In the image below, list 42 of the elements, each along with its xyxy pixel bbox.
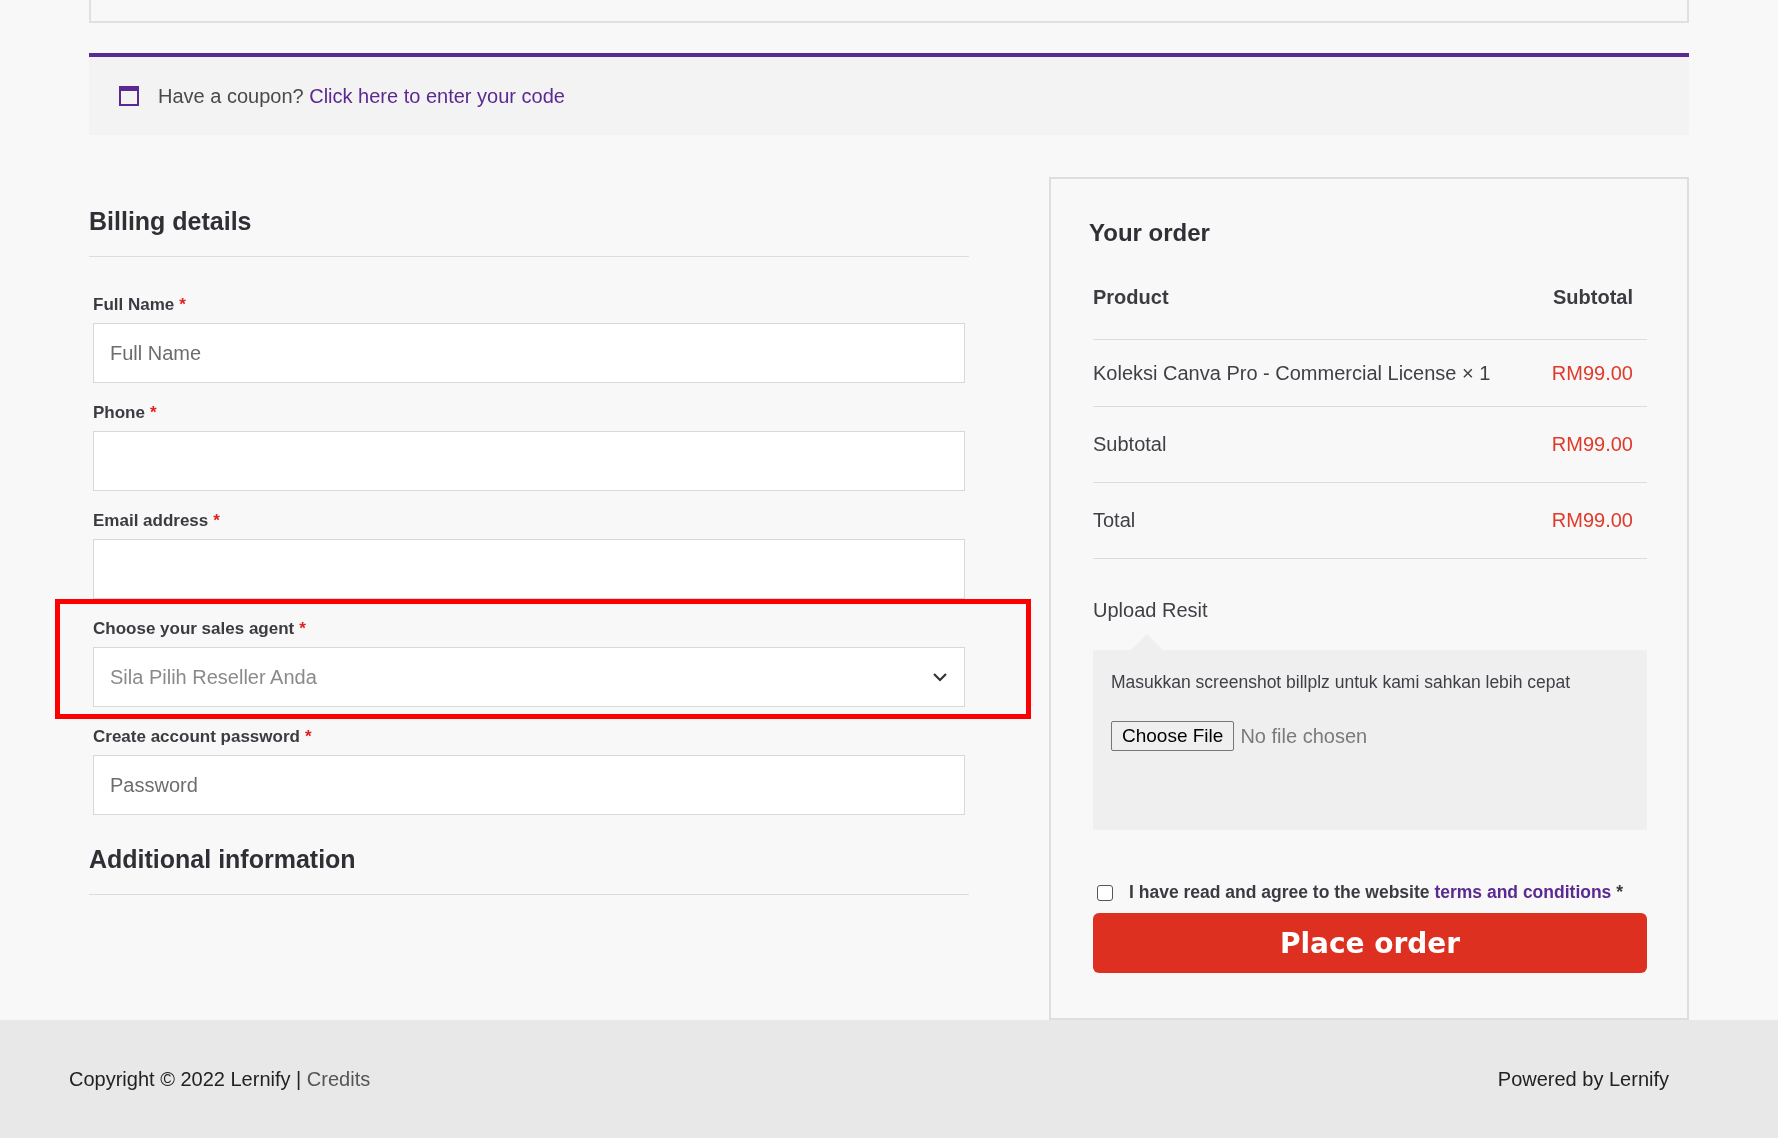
upload-hint: Masukkan screenshot billplz untuk kami sahkan lebih cepat: [1111, 672, 1572, 693]
terms-checkbox[interactable]: [1097, 884, 1113, 901]
terms-link[interactable]: terms and conditions: [1434, 882, 1612, 902]
powered-by-text: Powered by Lernify: [1497, 1067, 1669, 1091]
place-order-button[interactable]: Place order: [1093, 913, 1647, 973]
text-field[interactable]: Password: [93, 755, 965, 815]
price-cell: RM99.00: [1551, 361, 1633, 385]
chevron-down-icon: [932, 672, 948, 682]
terms-text: I have read and agree to the website terms and conditions: [1129, 882, 1612, 903]
text-field[interactable]: Full Name: [93, 323, 965, 383]
required-mark: *: [304, 727, 312, 747]
coupon-link[interactable]: Click here to enter your code: [309, 84, 565, 107]
text-field[interactable]: [93, 431, 965, 491]
select-placeholder: Sila Pilih Reseller Anda: [110, 665, 317, 689]
price-cell: RM99.00: [1551, 433, 1633, 456]
field-label: Full Name: [93, 295, 175, 315]
field-label: Phone: [93, 403, 145, 423]
required-mark: *: [299, 619, 306, 639]
copyright-text: Copyright © 2022 Lernify | Credits: [69, 1067, 371, 1091]
field-label: Email address: [93, 511, 209, 531]
upload-label: Upload Resit: [1093, 599, 1209, 622]
required-mark: *: [1616, 882, 1624, 903]
file-status: No file chosen: [1240, 724, 1368, 748]
text-field[interactable]: [93, 539, 965, 599]
table-cell: Total: [1093, 509, 1136, 532]
section-heading: Additional information: [89, 845, 357, 874]
table-cell: Subtotal: [1093, 433, 1167, 456]
column-header: Subtotal: [1553, 285, 1633, 309]
choose-file-button[interactable]: Choose File: [1111, 721, 1235, 751]
window-icon: [119, 86, 139, 106]
field-label: Choose your sales agent: [93, 619, 295, 639]
required-mark: *: [149, 403, 157, 423]
credits-link[interactable]: Credits: [306, 1067, 371, 1090]
section-heading: Billing details: [89, 207, 253, 236]
required-mark: *: [213, 511, 220, 531]
order-heading: Your order: [1089, 219, 1211, 247]
column-header: Product: [1093, 285, 1169, 309]
field-label: Create account password: [93, 727, 300, 747]
required-mark: *: [179, 295, 186, 315]
table-cell: Koleksi Canva Pro - Commercial License × 1: [1093, 361, 1491, 385]
coupon-text: Have a coupon? Click here to enter your code: [158, 84, 565, 108]
price-cell: RM99.00: [1551, 509, 1633, 532]
